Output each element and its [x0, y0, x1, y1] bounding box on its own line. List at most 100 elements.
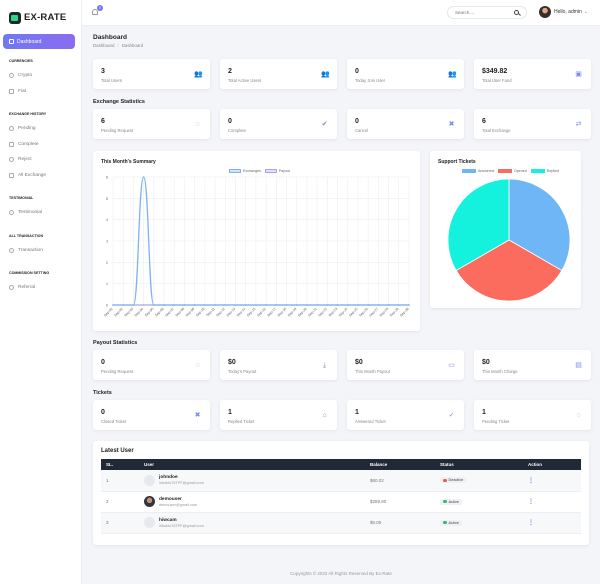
x-tick-label: Sep-19 [287, 307, 298, 318]
stat-value: $0 [228, 359, 236, 366]
dashboard-icon [9, 39, 14, 44]
data-point-exchanges [204, 304, 206, 306]
x-tick-label: Sep-24 [338, 307, 349, 318]
more-actions-icon[interactable]: ⋮ [528, 478, 534, 484]
x-tick-label: Sep-03 [124, 307, 135, 318]
more-actions-icon[interactable]: ⋮ [528, 499, 534, 505]
table-row: 1 johndoe infoddv76TPF@gmail.com $60.02 Deac… [101, 470, 581, 492]
data-point-exchanges [244, 304, 247, 306]
stat-value: 1 [482, 409, 486, 416]
cell-status: Active [435, 512, 523, 534]
spinner-icon: ◌ [195, 121, 200, 128]
data-point-exchanges [122, 304, 125, 306]
table-row: 2 demouser demouser@gmail.com $289.80 Active… [101, 491, 581, 513]
data-point-exchanges [408, 304, 410, 306]
cell-action: ⋮ [523, 491, 581, 513]
data-point-exchanges [224, 304, 227, 306]
sidebar-item-fiat[interactable]: Fiat [0, 84, 81, 100]
y-tick-label: 0 [106, 304, 108, 308]
column-header: SL. [101, 459, 139, 470]
receipt-icon: ▤ [575, 362, 582, 369]
user-info: demouser demouser@gmail.com [159, 497, 197, 507]
y-tick-label: 2 [106, 261, 108, 265]
more-actions-icon[interactable]: ⋮ [528, 520, 534, 526]
brand-logo[interactable]: EX-RATE [0, 0, 81, 28]
sidebar-item-crypto[interactable]: Crypto [0, 68, 81, 84]
x-tick-label: Sep-05 [144, 307, 155, 318]
stat-label: Pending Request [101, 128, 134, 133]
exchange-icon: ⇄ [575, 121, 582, 128]
stat-card: 1 Answered Ticket ✓ [347, 400, 464, 430]
stat-card: 2 Total Active Users 👥 [220, 59, 337, 89]
cell-sl: 1 [101, 470, 139, 492]
column-header: Status [435, 459, 523, 470]
cell-sl: 3 [101, 512, 139, 534]
stat-card: 0 Complete ✔ [220, 109, 337, 139]
data-point-exchanges [377, 304, 380, 306]
sidebar-item-pending[interactable]: Pending [0, 121, 81, 137]
search-input[interactable] [455, 10, 515, 15]
x-tick-label: Sep-30 [399, 307, 410, 318]
data-point-exchanges [183, 304, 186, 306]
wallet-icon: ▣ [575, 71, 582, 78]
stat-label: Total Active Users [228, 78, 262, 83]
menu-icon [9, 157, 14, 163]
user-name: johndoe [159, 475, 178, 481]
x-tick-label: Sep-26 [358, 307, 369, 318]
data-point-exchanges [214, 304, 216, 306]
x-tick-label: Sep-27 [369, 307, 380, 318]
sidebar-item-all-exchange[interactable]: All Exchange [0, 168, 81, 184]
x-tick-label: Sep-04 [134, 307, 145, 318]
sidebar-item-label: Fiat [18, 88, 26, 94]
sidebar-item-label: Referral [18, 285, 36, 291]
stat-card: 3 Total Users 👥 [93, 59, 210, 89]
sidebar-item-referral[interactable]: Referral [0, 280, 81, 296]
user-info: hiwcam infoddv76TPF@gmail.com [159, 518, 204, 528]
cell-status: Deactive [435, 470, 523, 492]
menu-icon [9, 73, 14, 79]
stat-label: This Month Charge [482, 369, 518, 374]
x-tick-label: Sep-29 [389, 307, 400, 318]
sidebar-item-reject[interactable]: Reject [0, 152, 81, 168]
menu-icon [9, 88, 14, 94]
data-point-exchanges [255, 304, 257, 306]
table-header: SL. User Balance Status Action [101, 459, 581, 470]
menu-icon [9, 141, 14, 147]
user-menu[interactable]: Hello, admin ⌄ [539, 6, 588, 18]
sidebar-item-label: All Exchange [18, 172, 46, 178]
x-tick-label: Sep-08 [175, 307, 186, 318]
users-icon: 👥 [321, 71, 330, 78]
y-tick-label: 6 [106, 176, 108, 180]
stat-label: Complete [228, 128, 246, 133]
sidebar-item-label: Reject [18, 157, 32, 163]
breadcrumb-item[interactable]: Dashboard [93, 43, 114, 48]
status-badge: Deactive [440, 477, 467, 484]
stat-value: $0 [355, 359, 363, 366]
topbar: 0 Hello, admin ⌄ [82, 0, 600, 26]
sidebar-item-testimonial[interactable]: Testimonial [0, 205, 81, 221]
status-dot [443, 499, 447, 504]
stat-label: Pending Request [101, 369, 134, 374]
cell-action: ⋮ [523, 470, 581, 492]
column-header: Balance [365, 459, 435, 470]
status-text: Active [448, 499, 459, 504]
sidebar-item-label: Transaction [18, 247, 43, 253]
search-icon[interactable] [514, 10, 519, 15]
column-header: User [139, 459, 365, 470]
breadcrumb: DashboardDashboard [93, 43, 143, 48]
stat-value: 1 [228, 409, 232, 416]
sidebar-sections: CURRENCIES Crypto Fiat EXCHANGE HISTORY Pend… [0, 59, 81, 304]
status-dot [443, 478, 447, 482]
x-tick-label: Sep-09 [185, 307, 196, 318]
x-tick-label: Sep-20 [297, 307, 308, 318]
sidebar-item-complete[interactable]: Complete [0, 137, 81, 153]
sidebar-item-label: Crypto [18, 73, 33, 79]
user-avatar [144, 474, 155, 486]
stat-card: 0 Pending Request ◌ [93, 350, 210, 380]
sidebar-item-dashboard[interactable]: Dashboard [3, 34, 75, 49]
sidebar-item-transaction[interactable]: Transaction [0, 243, 81, 259]
user-greeting: Hello, admin [554, 9, 582, 15]
y-tick-label: 3 [106, 240, 108, 244]
cell-balance: $60.02 [365, 470, 435, 492]
stat-label: Cancel [355, 128, 369, 133]
